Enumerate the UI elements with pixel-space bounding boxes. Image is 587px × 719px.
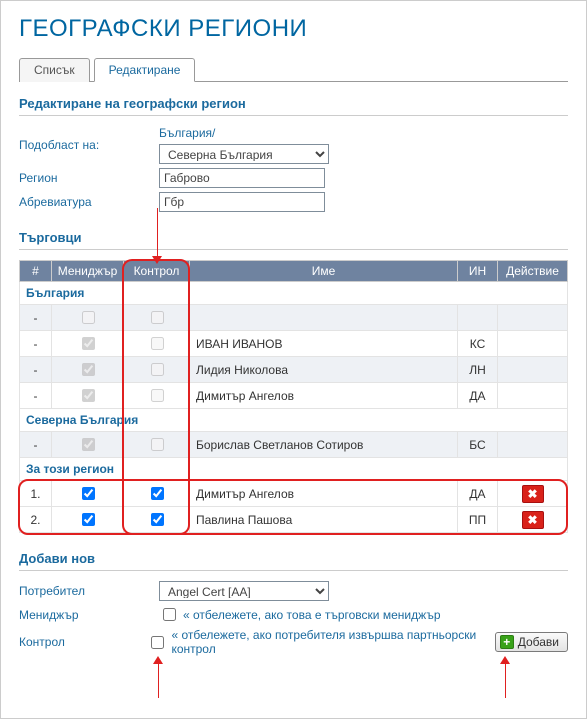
control-checkbox[interactable] [151,487,164,500]
salesmen-table: # Мениджър Контрол Име ИН Действие Бълга… [19,260,568,533]
cell-name: Борислав Светланов Сотиров [190,432,458,458]
region-input[interactable] [159,168,325,188]
manager-checkbox [82,337,95,350]
col-action: Действие [498,261,568,282]
cell-action: ✖ [498,481,568,507]
cell-action: ✖ [498,507,568,533]
col-control: Контрол [124,261,190,282]
table-row: - Борислав Светланов СотировБС [20,432,568,458]
group-header: За този регион [20,458,568,481]
table-row: - [20,305,568,331]
cell-name: Димитър Ангелов [190,383,458,409]
manager-checkbox [82,438,95,451]
manager-checkbox[interactable] [82,487,95,500]
subfield-select[interactable]: Северна България [159,144,329,164]
tab-edit[interactable]: Редактиране [94,58,196,82]
page-title: ГЕОГРАФСКИ РЕГИОНИ [19,15,568,43]
addnew-control-label: Контрол [19,635,147,649]
addnew-manager-label: Мениджър [19,608,159,622]
cell-name [190,305,458,331]
control-checkbox [151,363,164,376]
cell-in: ДА [458,383,498,409]
table-row: - ИВАН ИВАНОВКС [20,331,568,357]
cell-in: КС [458,331,498,357]
abbr-input[interactable] [159,192,325,212]
plus-icon: + [500,635,514,649]
cell-action [498,383,568,409]
cell-in [458,305,498,331]
table-row: 1. Димитър АнгеловДА ✖ [20,481,568,507]
add-button-label: Добави [518,635,559,649]
col-manager: Мениджър [52,261,124,282]
cell-num: 1. [20,481,52,507]
table-row: 2. Павлина ПашоваПП ✖ [20,507,568,533]
cell-in: ЛН [458,357,498,383]
add-button[interactable]: + Добави [495,632,568,652]
table-row: - Димитър АнгеловДА [20,383,568,409]
tabs: Списък Редактиране [19,57,568,82]
col-name: Име [190,261,458,282]
cell-num: - [20,383,52,409]
manager-checkbox [82,363,95,376]
manager-checkbox [82,311,95,324]
cell-num: - [20,305,52,331]
cell-name: Лидия Николова [190,357,458,383]
col-in: ИН [458,261,498,282]
addnew-manager-hint: « отбележете, ако това е търговски менид… [183,608,441,622]
cell-in: ПП [458,507,498,533]
delete-button[interactable]: ✖ [522,485,544,503]
region-label: Регион [19,171,159,185]
user-select[interactable]: Angel Cert [AA] [159,581,329,601]
control-checkbox [151,311,164,324]
tab-list[interactable]: Списък [19,58,90,82]
addnew-control-hint: « отбележете, ако потребителя извършва п… [171,628,494,656]
col-num: # [20,261,52,282]
cell-num: - [20,331,52,357]
control-checkbox [151,389,164,402]
control-checkbox [151,438,164,451]
delete-button[interactable]: ✖ [522,511,544,529]
subfield-label: Подобласт на: [19,138,159,152]
cell-action [498,432,568,458]
addnew-title: Добави нов [19,551,568,571]
cell-in: БС [458,432,498,458]
manager-checkbox [82,389,95,402]
addnew-manager-checkbox[interactable] [163,608,176,621]
cell-name: ИВАН ИВАНОВ [190,331,458,357]
cell-name: Димитър Ангелов [190,481,458,507]
salesmen-title: Търговци [19,230,568,250]
breadcrumb: България/ [159,126,329,140]
manager-checkbox[interactable] [82,513,95,526]
table-row: - Лидия НиколоваЛН [20,357,568,383]
cell-name: Павлина Пашова [190,507,458,533]
group-header: Северна България [20,409,568,432]
control-checkbox [151,337,164,350]
cell-num: 2. [20,507,52,533]
addnew-control-checkbox[interactable] [151,636,164,649]
user-label: Потребител [19,584,159,598]
cell-action [498,331,568,357]
section-edit-title: Редактиране на географски регион [19,96,568,116]
cell-num: - [20,432,52,458]
cell-num: - [20,357,52,383]
cell-in: ДА [458,481,498,507]
control-checkbox[interactable] [151,513,164,526]
group-header: България [20,282,568,305]
cell-action [498,357,568,383]
cell-action [498,305,568,331]
abbr-label: Абревиатура [19,195,159,209]
